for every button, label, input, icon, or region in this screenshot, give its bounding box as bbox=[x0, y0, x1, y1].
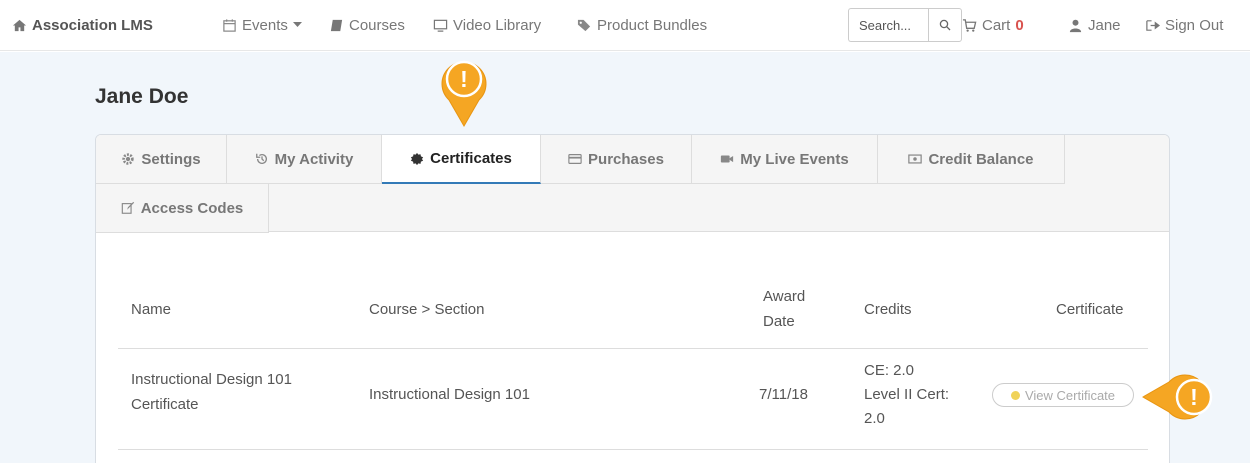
nav-product-bundles-link[interactable]: Product Bundles bbox=[577, 17, 707, 34]
col-header-award-date-line1: Award bbox=[763, 288, 806, 305]
tab-my-live-events[interactable]: My Live Events bbox=[692, 135, 878, 184]
brand-link[interactable]: Association LMS bbox=[12, 17, 153, 34]
tab-credit-balance[interactable]: Credit Balance bbox=[878, 135, 1065, 184]
money-icon bbox=[908, 154, 923, 164]
header-divider bbox=[118, 348, 1148, 349]
hotspot-marker-view-certificate[interactable]: ! bbox=[1141, 370, 1221, 424]
nav-courses-link[interactable]: Courses bbox=[329, 17, 405, 34]
page-body: Jane Doe Settings My Activity Certificat… bbox=[0, 52, 1250, 463]
nav-user-link[interactable]: Jane bbox=[1068, 17, 1121, 34]
tab-purchases-label: Purchases bbox=[588, 150, 664, 168]
tags-icon bbox=[577, 19, 591, 31]
view-certificate-label: View Certificate bbox=[1024, 387, 1116, 403]
alert-pin-icon: ! bbox=[441, 60, 487, 128]
monitor-icon bbox=[433, 19, 448, 32]
cell-name-line1: Instructional Design 101 bbox=[131, 371, 292, 388]
nav-video-library-link[interactable]: Video Library bbox=[433, 17, 541, 34]
tab-settings-label: Settings bbox=[141, 150, 201, 168]
cell-credits-line2: Level II Cert: bbox=[864, 386, 950, 403]
credit-card-icon bbox=[568, 154, 582, 164]
tab-my-activity[interactable]: My Activity bbox=[227, 135, 382, 184]
tab-credit-balance-label: Credit Balance bbox=[928, 150, 1034, 168]
status-dot-icon bbox=[1010, 390, 1020, 400]
user-icon bbox=[1069, 19, 1082, 32]
cart-icon bbox=[962, 18, 977, 32]
home-icon bbox=[12, 19, 27, 31]
nav-courses-label: Courses bbox=[349, 16, 405, 34]
col-header-name: Name bbox=[131, 301, 172, 318]
history-icon bbox=[255, 153, 267, 165]
cell-course-section: Instructional Design 101 bbox=[369, 386, 530, 403]
nav-user-label: Jane bbox=[1088, 16, 1121, 34]
view-certificate-button[interactable]: View Certificate bbox=[992, 383, 1134, 407]
page-title: Jane Doe bbox=[95, 85, 189, 108]
certificate-icon bbox=[411, 152, 424, 165]
search-group bbox=[848, 8, 962, 42]
nav-sign-out-label: Sign Out bbox=[1165, 16, 1224, 34]
edit-icon bbox=[121, 201, 134, 214]
hotspot-symbol: ! bbox=[460, 66, 468, 92]
brand-label: Association LMS bbox=[32, 16, 153, 34]
calendar-icon bbox=[223, 18, 236, 32]
tab-certificates[interactable]: Certificates bbox=[382, 135, 541, 184]
tab-settings[interactable]: Settings bbox=[96, 135, 227, 184]
nav-product-bundles-label: Product Bundles bbox=[597, 16, 708, 34]
caret-down-icon bbox=[292, 22, 302, 27]
search-icon bbox=[939, 19, 951, 31]
col-header-credits: Credits bbox=[864, 301, 912, 318]
gear-icon bbox=[122, 153, 135, 165]
row-divider bbox=[118, 449, 1148, 450]
video-camera-icon bbox=[721, 155, 734, 163]
nav-cart-label: Cart bbox=[982, 16, 1011, 34]
nav-events-label: Events bbox=[242, 16, 288, 34]
hotspot-symbol: ! bbox=[1190, 384, 1198, 410]
nav-video-library-label: Video Library bbox=[453, 16, 542, 34]
nav-sign-out-link[interactable]: Sign Out bbox=[1145, 17, 1223, 34]
search-button[interactable] bbox=[928, 8, 962, 42]
search-input[interactable] bbox=[848, 8, 928, 42]
col-header-award-date-line2: Date bbox=[763, 313, 795, 330]
sign-out-icon bbox=[1146, 19, 1160, 31]
tab-access-codes-label: Access Codes bbox=[140, 199, 244, 217]
alert-pin-left-icon: ! bbox=[1141, 374, 1213, 420]
cell-award-date: 7/11/18 bbox=[759, 386, 808, 403]
cell-credits-line1: CE: 2.0 bbox=[864, 362, 915, 379]
col-header-course-section: Course > Section bbox=[369, 301, 485, 318]
hotspot-marker-certificates-tab[interactable]: ! bbox=[437, 52, 491, 128]
tab-certificates-label: Certificates bbox=[430, 150, 512, 167]
tab-my-activity-label: My Activity bbox=[274, 150, 354, 168]
tab-bar: Settings My Activity Certificates Purcha… bbox=[96, 135, 1169, 233]
profile-panel: Settings My Activity Certificates Purcha… bbox=[95, 134, 1170, 463]
cell-credits-line3: 2.0 bbox=[864, 410, 885, 427]
cell-name-line2: Certificate bbox=[131, 396, 199, 413]
tab-access-codes[interactable]: Access Codes bbox=[96, 184, 269, 233]
nav-cart-link[interactable]: Cart 0 bbox=[962, 17, 1024, 34]
tab-my-live-events-label: My Live Events bbox=[740, 150, 849, 168]
tab-purchases[interactable]: Purchases bbox=[541, 135, 692, 184]
book-icon bbox=[330, 19, 343, 31]
cart-count-badge: 0 bbox=[1015, 16, 1024, 34]
top-navbar: Association LMS Events Courses Video Lib… bbox=[0, 0, 1250, 51]
nav-events-dropdown[interactable]: Events bbox=[222, 17, 302, 34]
col-header-certificate: Certificate bbox=[1056, 301, 1124, 318]
